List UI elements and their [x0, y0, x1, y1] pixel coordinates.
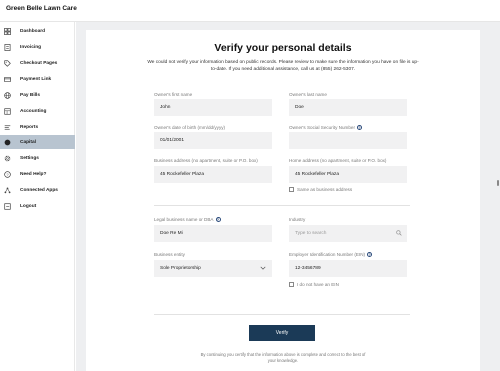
- grid-icon: [4, 27, 11, 35]
- sidebar-item-label: Invoicing: [20, 44, 42, 50]
- certification-note: By continuing you certify that the infor…: [200, 352, 366, 363]
- sidebar-item-dashboard[interactable]: Dashboard: [0, 24, 75, 38]
- industry-label: Industry: [289, 217, 306, 222]
- sidebar-item-pay-bills[interactable]: Pay Bills: [0, 88, 75, 102]
- link-card-icon: [4, 76, 11, 83]
- globe-icon: [4, 91, 11, 99]
- business-entity-select[interactable]: Sole Proprietorship: [154, 260, 272, 277]
- first-name-label: Owner's first name: [154, 92, 193, 97]
- same-as-business-row: Same as business address: [289, 187, 352, 192]
- sidebar-item-logout[interactable]: Logout: [0, 199, 75, 213]
- home-address-field[interactable]: 45 Rockefeller Plaza: [289, 166, 407, 183]
- capital-icon: [4, 139, 11, 146]
- verify-button[interactable]: Verify: [249, 325, 315, 341]
- ein-field[interactable]: 12-3456789: [289, 260, 407, 277]
- business-address-field[interactable]: 45 Rockefeller Plaza: [154, 166, 272, 183]
- sidebar-item-label: Need Help?: [20, 171, 47, 177]
- help-icon: ?: [4, 170, 11, 178]
- ssn-label: Owner's Social Security Number?: [289, 125, 362, 130]
- section-divider: [154, 314, 410, 315]
- section-divider: [154, 205, 410, 206]
- sidebar-item-connected-apps[interactable]: Connected Apps: [0, 183, 75, 197]
- sidebar-item-accounting[interactable]: Accounting: [0, 104, 75, 118]
- sidebar-item-payment-link[interactable]: Payment Link: [0, 72, 75, 86]
- sidebar-item-label: Payment Link: [20, 76, 52, 82]
- dob-label: Owner's date of birth (mm/dd/yyyy): [154, 125, 226, 130]
- page-subtitle: We could not verify your information bas…: [147, 60, 419, 72]
- last-name-label: Owner's last name: [289, 92, 327, 97]
- no-ein-label: I do not have an EIN: [297, 282, 339, 287]
- sidebar-item-need-help[interactable]: ? Need Help?: [0, 167, 75, 181]
- verify-form-card: Verify your personal details We could no…: [86, 30, 480, 371]
- no-ein-checkbox[interactable]: [289, 282, 294, 287]
- sidebar-item-checkout-pages[interactable]: Checkout Pages: [0, 56, 75, 70]
- svg-text:?: ?: [6, 171, 9, 176]
- reports-icon: [4, 124, 11, 131]
- main-content: Verify your personal details We could no…: [76, 22, 500, 371]
- dob-field[interactable]: 01/01/2001: [154, 132, 272, 149]
- sidebar-item-label: Pay Bills: [20, 92, 40, 98]
- chevron-down-icon: [260, 266, 266, 270]
- sidebar-item-label: Connected Apps: [20, 187, 58, 193]
- sidebar-item-label: Checkout Pages: [20, 60, 58, 66]
- no-ein-row: I do not have an EIN: [289, 282, 339, 287]
- logout-icon: [4, 202, 11, 210]
- industry-search-input[interactable]: Type to search: [289, 225, 407, 242]
- sidebar-item-reports[interactable]: Reports: [0, 120, 75, 134]
- ledger-icon: [4, 107, 11, 115]
- home-address-label: Home address (no apartment, suite or P.O…: [289, 158, 387, 163]
- search-icon: [396, 230, 402, 236]
- sidebar-item-settings[interactable]: Settings: [0, 151, 75, 165]
- ssn-field[interactable]: [289, 132, 407, 149]
- brand-name[interactable]: Green Belle Lawn Care: [6, 5, 77, 12]
- last-name-field[interactable]: Doe: [289, 99, 407, 116]
- tag-icon: [4, 59, 11, 67]
- business-address-label: Business address (no apartment, suite or…: [154, 158, 258, 163]
- sidebar-item-label: Settings: [20, 155, 39, 161]
- first-name-field[interactable]: John: [154, 99, 272, 116]
- sidebar-item-label: Dashboard: [20, 28, 46, 34]
- legal-name-field[interactable]: Doe Re Mi: [154, 225, 272, 242]
- same-as-business-label: Same as business address: [297, 187, 353, 192]
- sidebar-item-invoicing[interactable]: Invoicing: [0, 40, 75, 54]
- sidebar: Dashboard Invoicing Checkout Pages Payme…: [0, 22, 75, 371]
- sidebar-item-capital[interactable]: Capital: [0, 135, 75, 149]
- top-bar: Green Belle Lawn Care: [0, 0, 500, 22]
- sidebar-item-label: Capital: [20, 139, 36, 145]
- sidebar-item-label: Reports: [20, 124, 39, 130]
- sidebar-item-label: Accounting: [20, 108, 47, 114]
- help-icon[interactable]: ?: [215, 217, 221, 222]
- legal-name-label: Legal business name or DBA?: [154, 217, 221, 222]
- same-as-business-checkbox[interactable]: [289, 187, 294, 192]
- invoice-icon: [4, 43, 11, 51]
- help-icon[interactable]: ?: [356, 125, 362, 130]
- gear-icon: [4, 155, 11, 162]
- help-icon[interactable]: ?: [367, 252, 373, 257]
- page-title: Verify your personal details: [214, 42, 352, 54]
- sidebar-item-label: Logout: [20, 203, 37, 209]
- ein-label: Employer Identification Number (EIN)?: [289, 252, 373, 257]
- scrollbar-thumb[interactable]: [497, 180, 499, 186]
- apps-icon: [4, 187, 11, 194]
- business-entity-label: Business entity: [154, 252, 185, 257]
